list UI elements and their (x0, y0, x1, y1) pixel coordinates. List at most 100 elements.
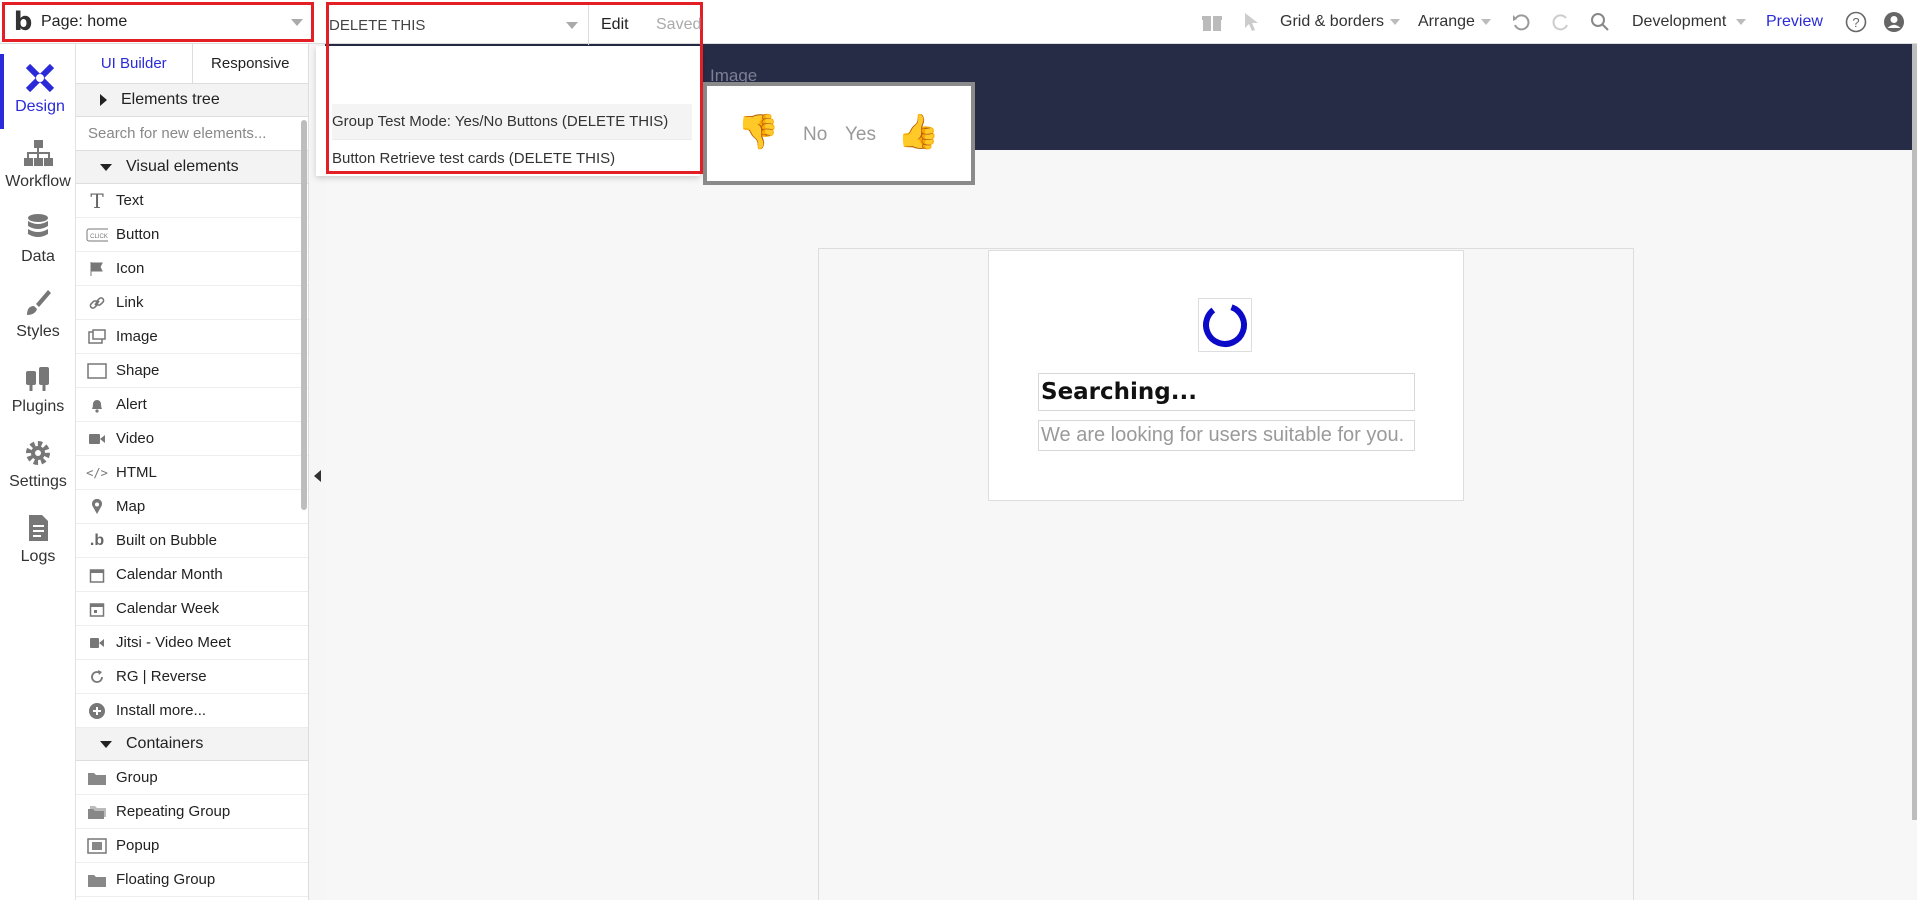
top-bar: b Page: home Grid & borders Arrange Deve… (0, 0, 1917, 44)
rail-label: Design (15, 98, 65, 115)
searching-subtitle: We are looking for users suitable for yo… (1038, 420, 1415, 451)
plus-circle-icon (86, 702, 108, 720)
element-label: Floating Group (116, 871, 216, 888)
element-label: Install more... (116, 702, 207, 719)
page-selector-dropdown[interactable]: b Page: home (2, 2, 314, 42)
code-icon: </> (86, 465, 108, 480)
element-selector-label: DELETE THIS (329, 16, 426, 34)
development-version-menu[interactable]: Development (1632, 0, 1747, 44)
svg-text:CLICK: CLICK (90, 234, 108, 240)
element-jitsi-video-meet[interactable]: Jitsi - Video Meet (76, 626, 308, 660)
panel-tabs: UI Builder Responsive (76, 44, 308, 84)
preview-button[interactable]: Preview (1766, 0, 1823, 44)
button-icon: CLICK (86, 226, 108, 244)
elements-tree-label: Elements tree (121, 91, 220, 108)
link-icon (86, 294, 108, 312)
grid-borders-label: Grid & borders (1280, 13, 1385, 30)
elements-tree-toggle[interactable]: Elements tree (76, 84, 308, 117)
arrange-menu[interactable]: Arrange (1418, 0, 1491, 44)
element-label: RG | Reverse (116, 668, 207, 685)
element-popup[interactable]: Popup (76, 829, 308, 863)
element-label: Built on Bubble (116, 532, 217, 549)
rail-label: Styles (16, 323, 60, 340)
rail-item-design[interactable]: Design (0, 54, 76, 129)
collapse-panel-icon[interactable] (314, 470, 321, 482)
gift-icon[interactable] (1198, 0, 1226, 44)
database-icon (28, 214, 48, 237)
chevron-down-icon (1480, 19, 1491, 25)
element-rg-reverse[interactable]: RG | Reverse (76, 660, 308, 694)
element-calendar-month[interactable]: Calendar Month (76, 558, 308, 592)
element-image[interactable]: Image (76, 320, 308, 354)
rail-item-styles[interactable]: Styles (0, 279, 76, 354)
element-map[interactable]: Map (76, 490, 308, 524)
panel-scrollbar[interactable] (301, 120, 307, 510)
chevron-down-icon (291, 18, 303, 26)
refresh-icon (86, 668, 108, 686)
tab-ui-builder[interactable]: UI Builder (76, 44, 193, 83)
element-label: Shape (116, 362, 160, 379)
element-alert[interactable]: Alert (76, 388, 308, 422)
rail-item-logs[interactable]: Logs (0, 504, 76, 579)
bubble-logo-icon: .b (89, 531, 105, 549)
document-icon (29, 515, 48, 541)
rail-item-settings[interactable]: Settings (0, 429, 76, 504)
chevron-down-icon (1390, 19, 1401, 25)
element-search-input[interactable]: Search for new elements... (76, 117, 308, 151)
square-icon (86, 362, 108, 380)
thumbs-up-icon[interactable]: 👍 (897, 112, 939, 152)
element-label: Video (116, 430, 155, 447)
yes-no-buttons-group[interactable]: 👎 No Yes 👍 (693, 82, 975, 185)
element-video[interactable]: Video (76, 422, 308, 456)
undo-icon[interactable] (1508, 0, 1534, 44)
folder-icon (86, 769, 108, 787)
containers-label: Containers (126, 735, 204, 752)
element-html[interactable]: </> HTML (76, 456, 308, 490)
video-camera-icon (86, 634, 108, 652)
element-text[interactable]: T Text (76, 184, 308, 218)
plug-icon (26, 367, 49, 391)
element-label: Repeating Group (116, 803, 231, 820)
element-link[interactable]: Link (76, 286, 308, 320)
rail-label: Plugins (11, 398, 65, 415)
account-icon[interactable] (1880, 0, 1908, 44)
help-icon[interactable]: ? (1842, 0, 1870, 44)
element-label: Jitsi - Video Meet (116, 634, 231, 651)
element-shape[interactable]: Shape (76, 354, 308, 388)
folders-icon (86, 803, 108, 821)
rail-item-plugins[interactable]: Plugins (0, 354, 76, 429)
element-floating-group[interactable]: Floating Group (76, 863, 308, 897)
redo-icon[interactable] (1548, 0, 1574, 44)
loading-spinner-icon (1198, 298, 1252, 352)
visual-elements-header[interactable]: Visual elements (76, 151, 308, 184)
containers-header[interactable]: Containers (76, 728, 308, 761)
element-calendar-week[interactable]: Calendar Week (76, 592, 308, 626)
edit-button[interactable]: Edit (601, 5, 629, 45)
element-group[interactable]: Group (76, 761, 308, 795)
element-label: HTML (116, 464, 157, 481)
element-icon[interactable]: Icon (76, 252, 308, 286)
arrange-label: Arrange (1418, 13, 1475, 30)
grid-borders-menu[interactable]: Grid & borders (1280, 0, 1401, 44)
cursor-icon[interactable] (1240, 0, 1264, 44)
bubble-logo-icon: b (13, 7, 33, 37)
rail-item-data[interactable]: Data (0, 204, 76, 279)
canvas-scrollbar[interactable] (1912, 44, 1917, 820)
element-selector-highlight: DELETE THIS Edit Saved (326, 2, 703, 174)
tab-responsive[interactable]: Responsive (193, 44, 309, 83)
element-label: Calendar Week (116, 600, 220, 617)
no-button[interactable]: No (803, 124, 827, 146)
yes-button[interactable]: Yes (845, 124, 876, 146)
element-repeating-group[interactable]: Repeating Group (76, 795, 308, 829)
caret-down-icon (100, 163, 112, 171)
element-button[interactable]: CLICK Button (76, 218, 308, 252)
element-install-more[interactable]: Install more... (76, 694, 308, 728)
image-icon (86, 328, 108, 346)
rail-item-workflow[interactable]: Workflow (0, 129, 76, 204)
map-pin-icon (86, 498, 108, 516)
element-selector-dropdown[interactable]: DELETE THIS (329, 5, 589, 45)
rail-label: Logs (20, 548, 56, 565)
search-icon[interactable] (1587, 0, 1613, 44)
thumbs-down-icon[interactable]: 👎 (737, 112, 779, 152)
element-built-on-bubble[interactable]: .b Built on Bubble (76, 524, 308, 558)
